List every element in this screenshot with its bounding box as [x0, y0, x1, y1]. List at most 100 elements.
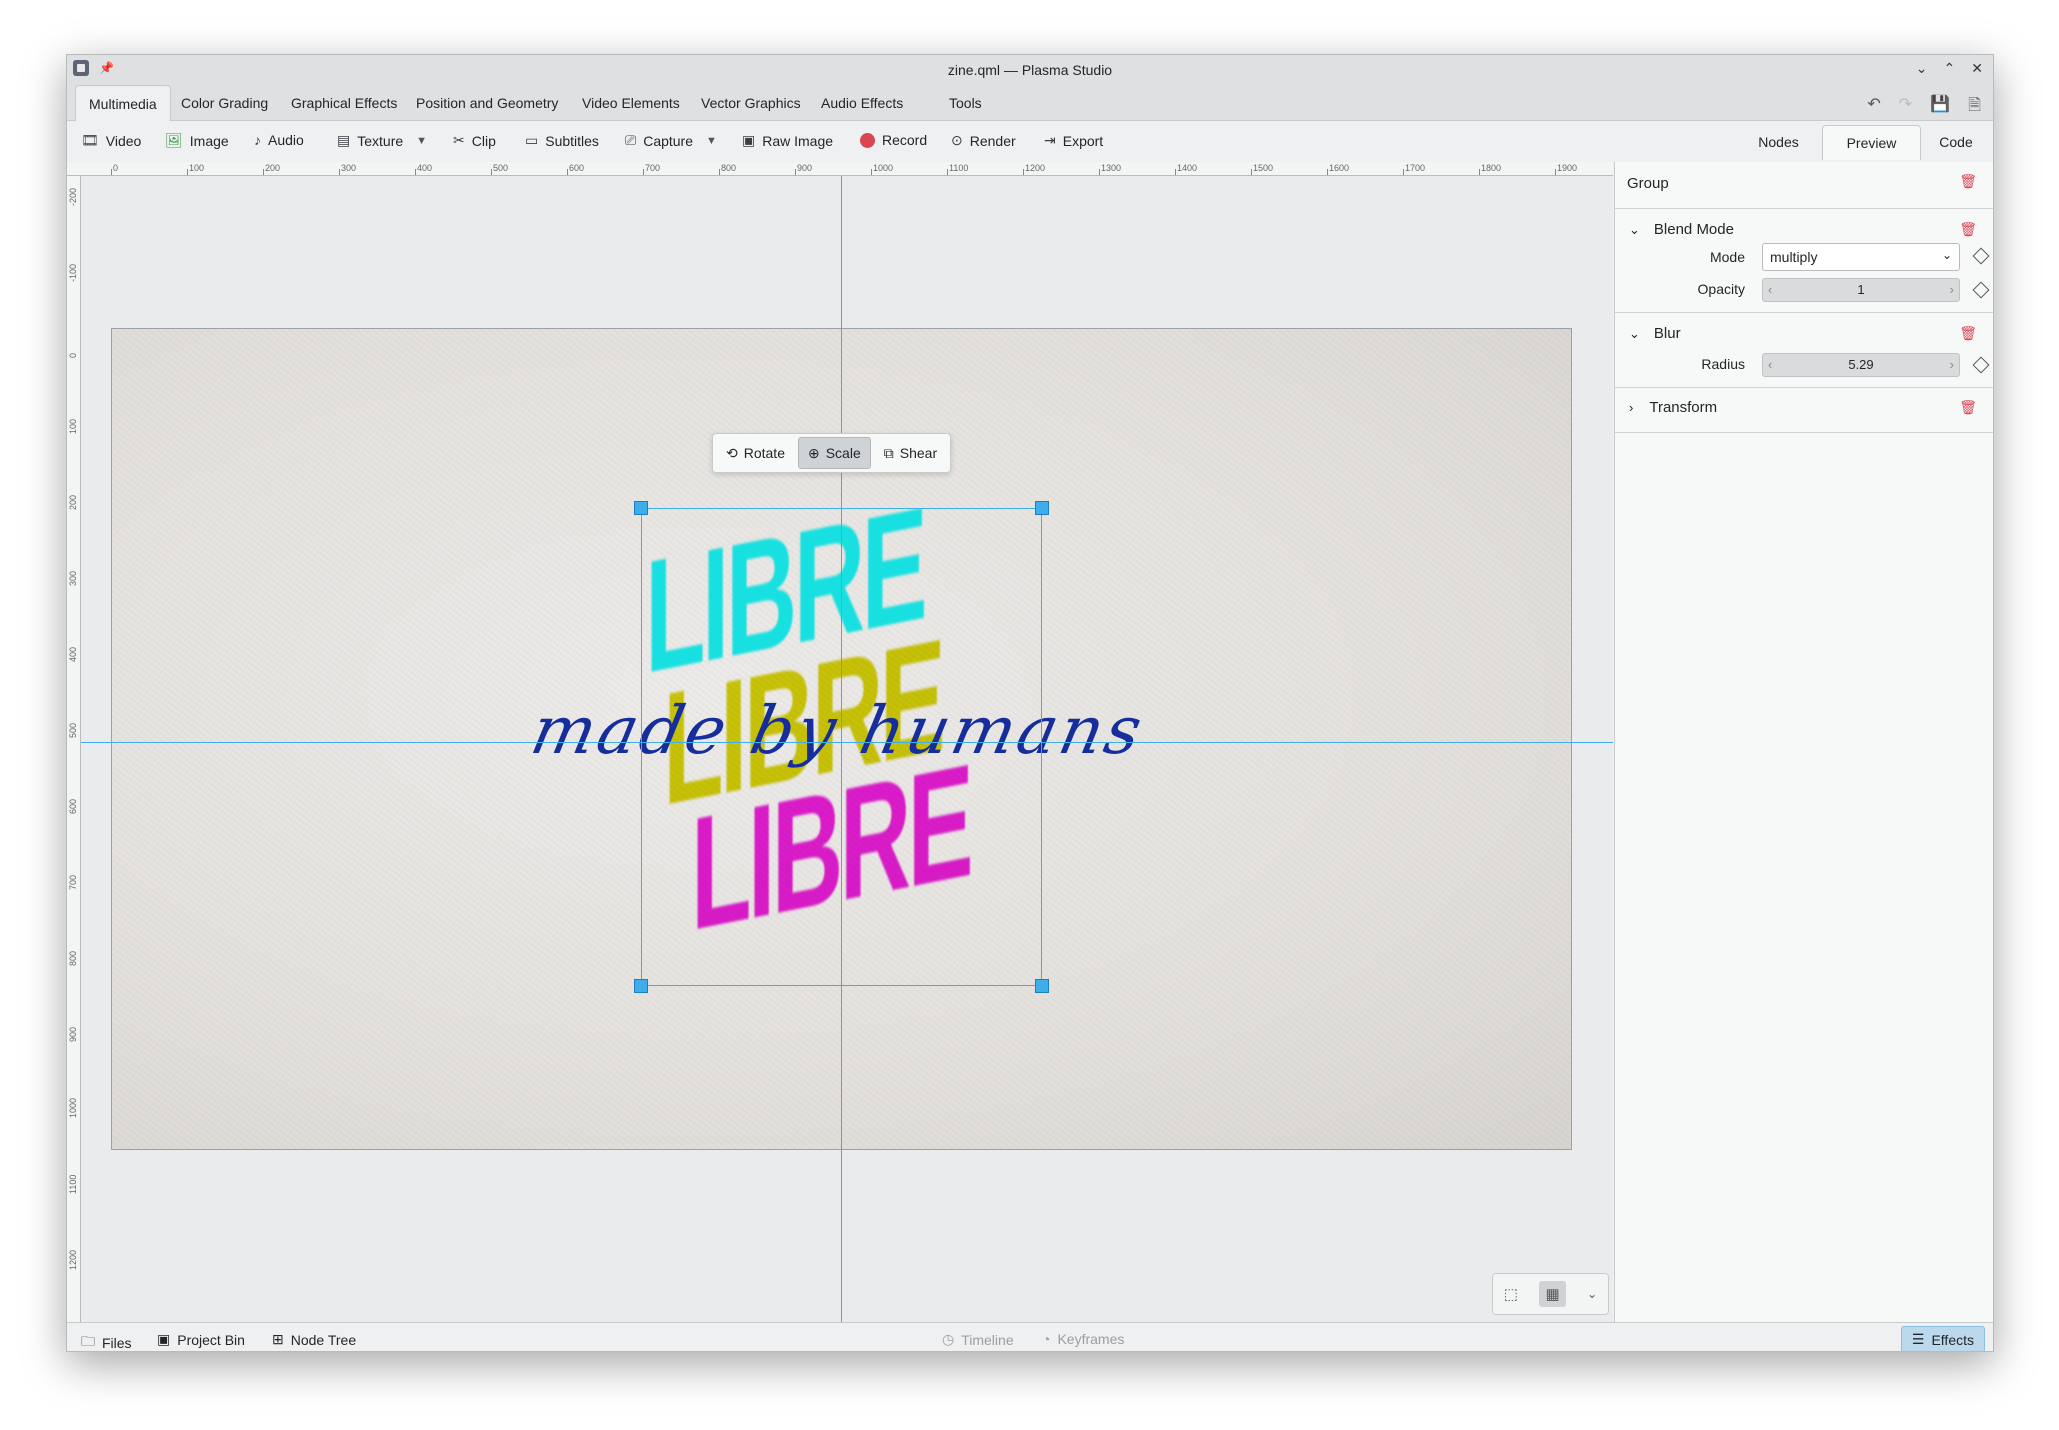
- blend-mode-header[interactable]: ⌄ Blend Mode: [1629, 221, 1993, 238]
- ruler-tick-label: 1000: [873, 163, 894, 173]
- blur-header[interactable]: ⌄ Blur: [1629, 325, 1993, 342]
- ruler-tick-label: -100: [68, 263, 78, 282]
- chevron-left-icon[interactable]: ‹: [1768, 279, 1772, 301]
- save-icon[interactable]: 💾: [1930, 94, 1950, 121]
- redo-icon[interactable]: ↷: [1899, 94, 1912, 121]
- ruler-tick-label: 300: [341, 163, 357, 173]
- ruler-tick: [187, 169, 188, 175]
- render-button[interactable]: ⊙ Render: [951, 132, 1016, 149]
- rotate-icon: ⟲: [726, 444, 738, 461]
- record-button[interactable]: Record: [860, 132, 927, 148]
- tab-code[interactable]: Code: [1921, 125, 1991, 160]
- title-bar: 📌 zine.qml — Plasma Studio ⌄ ⌃ ✕: [67, 55, 1993, 85]
- handle-bottom-right[interactable]: [1035, 979, 1049, 993]
- tab-nodes[interactable]: Nodes: [1735, 125, 1822, 160]
- zoom-icon: ⊕: [807, 444, 820, 461]
- shear-button[interactable]: ⧉ Shear: [875, 437, 946, 469]
- sliders-icon: ☰: [1911, 1331, 1925, 1347]
- texture-button[interactable]: ▤ Texture ▼: [337, 132, 427, 149]
- ruler-tick-label: 0: [113, 163, 119, 173]
- video-button[interactable]: 🎞 Video: [81, 132, 141, 149]
- ruler-tick: [1555, 169, 1556, 175]
- handle-bottom-left[interactable]: [634, 979, 648, 993]
- close-icon[interactable]: ✕: [1971, 60, 1983, 77]
- undo-icon[interactable]: ↶: [1867, 94, 1880, 121]
- image-button[interactable]: 🖼 Image: [165, 132, 229, 149]
- ruler-tick-label: 1900: [1557, 163, 1578, 173]
- chevron-down-icon: ▼: [706, 134, 717, 147]
- tab-graphical-effects[interactable]: Graphical Effects: [278, 85, 410, 121]
- effects-button[interactable]: ☰ Effects: [1900, 1326, 1985, 1351]
- save-as-icon[interactable]: 🗎: [1968, 94, 1981, 121]
- minimize-icon[interactable]: ⌄: [1916, 60, 1928, 77]
- tab-video-elements[interactable]: Video Elements: [569, 85, 693, 121]
- ruler-tick: [491, 169, 492, 175]
- ruler-tick: [567, 169, 568, 175]
- rotate-button[interactable]: ⟲ Rotate: [717, 437, 794, 469]
- clip-button[interactable]: ✂ Clip: [453, 132, 496, 149]
- chevron-left-icon[interactable]: ‹: [1768, 354, 1772, 376]
- canvas[interactable]: 0 100 200 300 400 500 600 700 800 900 1000 1100 1200…: [67, 162, 1613, 1322]
- tab-preview[interactable]: Preview: [1822, 125, 1921, 160]
- tab-multimedia[interactable]: Multimedia: [75, 85, 171, 121]
- keyframe-icon[interactable]: [1972, 356, 1990, 374]
- delete-icon[interactable]: 🗑: [1959, 399, 1977, 416]
- ruler-tick-label: 800: [68, 950, 78, 966]
- status-bar: 🗀 Files ▣ Project Bin ⊞ Node Tree ◷ Timeline…: [67, 1322, 1993, 1351]
- files-button[interactable]: 🗀 Files: [81, 1331, 132, 1351]
- opacity-spinbox[interactable]: ‹ 1 ›: [1762, 278, 1960, 302]
- transform-header[interactable]: › Transform: [1629, 399, 1993, 416]
- delete-icon[interactable]: 🗑: [1959, 325, 1977, 342]
- ruler-tick-label: 1700: [1405, 163, 1426, 173]
- texture-icon: ▤: [337, 132, 351, 148]
- project-bin-button[interactable]: ▣ Project Bin: [157, 1331, 245, 1348]
- timeline-button[interactable]: ◷ Timeline: [942, 1331, 1014, 1348]
- maximize-icon[interactable]: ⌃: [1944, 60, 1956, 77]
- timeline-icon: ◷: [942, 1331, 955, 1347]
- chevron-down-icon: ▼: [416, 134, 428, 147]
- view-controls: ⬚ ▦ ⌄: [1492, 1273, 1609, 1315]
- raw-image-button[interactable]: ▣ Raw Image: [742, 132, 833, 149]
- shear-icon: ⧉: [883, 444, 894, 461]
- ruler-tick: [871, 169, 872, 175]
- capture-button[interactable]: ⎚ Capture ▼: [625, 132, 717, 149]
- ruler-tick-label: 1100: [949, 163, 969, 173]
- ruler-tick: [795, 169, 796, 175]
- chevron-down-icon[interactable]: ⌄: [1587, 1287, 1597, 1301]
- fit-selection-icon[interactable]: ⬚: [1504, 1285, 1518, 1303]
- ruler-tick-label: 100: [68, 418, 78, 434]
- ruler-tick-label: 900: [68, 1026, 78, 1042]
- tab-color-grading[interactable]: Color Grading: [168, 85, 281, 121]
- export-button[interactable]: ⇥ Export: [1044, 132, 1103, 149]
- node-tree-button[interactable]: ⊞ Node Tree: [272, 1331, 356, 1348]
- vertical-ruler: -200 -100 0 100 200 300 400 500 600 700 800 900 1000…: [67, 176, 81, 1322]
- keyframe-icon[interactable]: [1972, 281, 1990, 299]
- radius-spinbox[interactable]: ‹ 5.29 ›: [1762, 353, 1960, 377]
- window-title: zine.qml — Plasma Studio: [947, 62, 1113, 78]
- ruler-icon[interactable]: ▦: [1539, 1281, 1566, 1307]
- subtitles-button[interactable]: ▭ Subtitles: [525, 132, 599, 149]
- ruler-tick-label: 600: [68, 798, 78, 814]
- ruler-tick-label: 400: [68, 646, 78, 662]
- delete-icon[interactable]: 🗑: [1959, 173, 1977, 190]
- chevron-right-icon[interactable]: ›: [1950, 354, 1954, 376]
- keyframe-icon[interactable]: [1972, 247, 1990, 265]
- scale-button[interactable]: ⊕ Scale: [797, 437, 871, 469]
- mode-select[interactable]: multiply ⌄: [1762, 243, 1960, 271]
- selection-box[interactable]: [634, 501, 1049, 993]
- ruler-tick: [1327, 169, 1328, 175]
- audio-button[interactable]: ♪ Audio: [254, 132, 304, 148]
- chevron-right-icon[interactable]: ›: [1950, 279, 1954, 301]
- ruler-tick-label: 1100: [68, 1174, 78, 1194]
- tab-audio-effects[interactable]: Audio Effects: [808, 85, 916, 121]
- tab-vector-graphics[interactable]: Vector Graphics: [688, 85, 814, 121]
- tab-tools[interactable]: Tools: [936, 85, 995, 121]
- keyframes-button[interactable]: ◔ Keyframes: [1042, 1331, 1124, 1347]
- menu-tabs: Multimedia Color Grading Graphical Effec…: [67, 85, 1993, 121]
- handle-top-right[interactable]: [1035, 501, 1049, 515]
- tab-position-geometry[interactable]: Position and Geometry: [403, 85, 571, 121]
- handle-top-left[interactable]: [634, 501, 648, 515]
- delete-icon[interactable]: 🗑: [1959, 221, 1977, 238]
- horizontal-ruler: 0 100 200 300 400 500 600 700 800 900 1000 1100 1200…: [67, 162, 1613, 176]
- chevron-down-icon: ⌄: [1629, 326, 1640, 341]
